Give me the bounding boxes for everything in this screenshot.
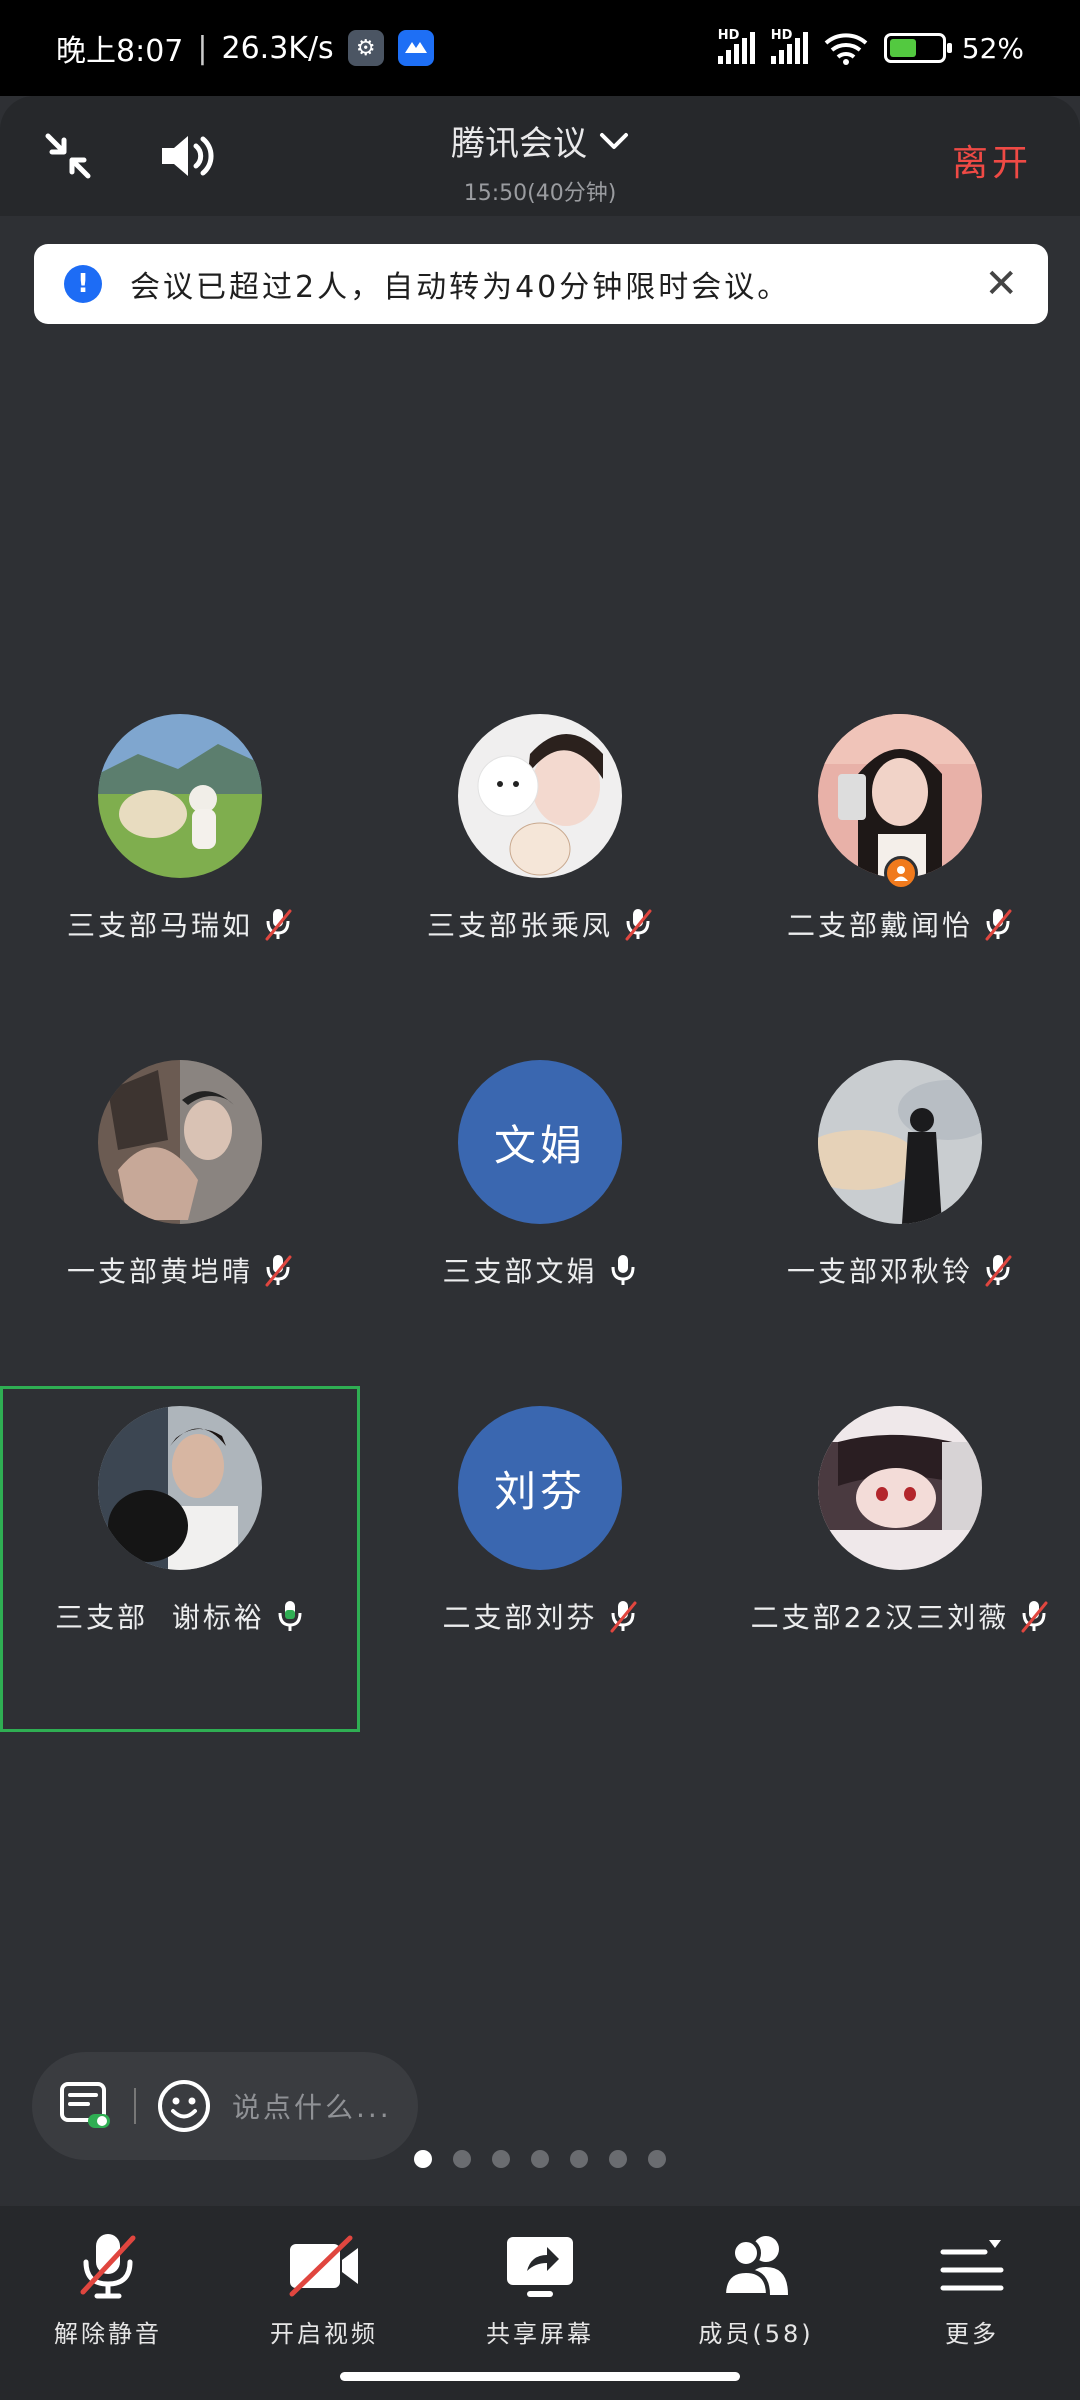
chat-input-bar[interactable]: 说点什么...: [32, 2052, 418, 2160]
participant-tile[interactable]: 文娟 三支部文娟: [360, 1040, 720, 1386]
mic-muted-icon: [608, 1599, 638, 1633]
avatar: [98, 714, 262, 878]
participant-grid: 三支部马瑞如 三支部张乘凤 二支部戴闻怡 一支部黄垲晴 文娟 三支部文娟 一支部…: [0, 0, 1080, 2400]
chat-list-icon[interactable]: [58, 2078, 114, 2134]
page-dot[interactable]: [570, 2150, 588, 2168]
avatar: [98, 1406, 262, 1570]
mic-off-icon: [68, 2230, 148, 2302]
avatar: [818, 1060, 982, 1224]
share-screen-icon: [500, 2230, 580, 2302]
leave-button[interactable]: 离开: [952, 134, 1032, 186]
avatar: [458, 714, 622, 878]
host-badge-icon: [884, 856, 918, 890]
more-label: 更多: [945, 2320, 999, 2348]
participant-tile[interactable]: 三支部张乘凤: [360, 694, 720, 1040]
start-video-label: 开启视频: [270, 2320, 378, 2348]
page-dot[interactable]: [414, 2150, 432, 2168]
unmute-button[interactable]: 解除静音: [8, 2230, 208, 2400]
chevron-down-icon: [600, 132, 628, 149]
divider: [134, 2088, 136, 2124]
participant-tile[interactable]: 二支部22汉三刘薇: [720, 1386, 1080, 1732]
time-limit-notice: ! 会议已超过2人，自动转为40分钟限时会议。 ✕: [34, 244, 1048, 324]
avatar: [98, 1060, 262, 1224]
settings-gear-icon: ⚙: [347, 30, 384, 66]
page-indicator: [0, 2150, 1080, 2168]
notice-text: 会议已超过2人，自动转为40分钟限时会议。: [130, 270, 791, 305]
cellular-signal-icon: HD: [717, 28, 755, 64]
close-icon[interactable]: ✕: [984, 261, 1018, 307]
avatar: [818, 1406, 982, 1570]
avatar: 文娟: [458, 1060, 622, 1224]
page-dot[interactable]: [453, 2150, 471, 2168]
mic-muted-icon: [1019, 1599, 1049, 1633]
participant-name: 二支部刘芬: [442, 1601, 598, 1634]
participant-name: 三支部张乘凤: [426, 909, 613, 942]
mic-muted-icon: [263, 1253, 293, 1287]
mic-muted-icon: [983, 1253, 1013, 1287]
participant-tile[interactable]: 一支部邓秋铃: [720, 1040, 1080, 1386]
page-dot[interactable]: [609, 2150, 627, 2168]
cellular-signal-2-icon: HD: [770, 28, 808, 64]
more-button[interactable]: 更多: [872, 2230, 1072, 2400]
page-dot[interactable]: [492, 2150, 510, 2168]
members-label: 成员(58): [698, 2320, 814, 2348]
meeting-title-text: 腾讯会议: [451, 124, 587, 164]
emoji-icon[interactable]: [156, 2078, 212, 2134]
participant-name: 三支部马瑞如: [66, 909, 253, 942]
participant-tile-active-speaker[interactable]: 三支部 谢标裕: [0, 1386, 360, 1732]
video-off-icon: [284, 2230, 364, 2302]
meeting-app-icon: [397, 30, 434, 66]
participant-tile[interactable]: 二支部戴闻怡: [720, 694, 1080, 1040]
mic-muted-icon: [623, 907, 653, 941]
unmute-label: 解除静音: [54, 2320, 162, 2348]
mic-muted-icon: [263, 907, 293, 941]
menu-icon: [932, 2230, 1012, 2302]
page-dot[interactable]: [648, 2150, 666, 2168]
wifi-icon: [824, 33, 868, 65]
participant-name: 一支部黄垲晴: [66, 1255, 253, 1288]
status-bar: 晚上8:07 | 26.3K/s ⚙ HD HD 52%: [0, 0, 1080, 96]
avatar: 刘芬: [458, 1406, 622, 1570]
avatar: [818, 714, 982, 878]
info-icon: !: [64, 265, 102, 303]
meeting-title[interactable]: 腾讯会议: [451, 116, 629, 165]
members-icon: [716, 2230, 796, 2302]
network-speed: 26.3K/s: [221, 30, 334, 66]
home-indicator[interactable]: [340, 2372, 740, 2381]
participant-tile[interactable]: 刘芬 二支部刘芬: [360, 1386, 720, 1732]
participant-name: 三支部文娟: [442, 1255, 598, 1288]
meeting-header: 腾讯会议 15:50(40分钟) 离开: [0, 96, 1080, 216]
page-dot[interactable]: [531, 2150, 549, 2168]
mic-speaking-icon: [275, 1599, 305, 1633]
participant-name: 三支部 谢标裕: [55, 1601, 265, 1634]
participant-name: 二支部戴闻怡: [786, 909, 973, 942]
participant-tile[interactable]: 一支部黄垲晴: [0, 1040, 360, 1386]
battery-icon: [883, 33, 952, 63]
mic-icon: [608, 1253, 638, 1287]
meeting-duration: 15:50(40分钟): [463, 181, 617, 206]
mic-muted-icon: [983, 907, 1013, 941]
participant-tile[interactable]: 三支部马瑞如: [0, 694, 360, 1040]
status-separator: |: [197, 30, 208, 66]
status-time: 晚上8:07: [56, 34, 184, 69]
chat-placeholder[interactable]: 说点什么...: [232, 2086, 392, 2126]
battery-percent: 52%: [961, 31, 1024, 65]
share-screen-label: 共享屏幕: [486, 2320, 594, 2348]
participant-name: 二支部22汉三刘薇: [750, 1601, 1010, 1634]
bottom-toolbar: 解除静音 开启视频 共享屏幕 成员(58) 更多: [0, 2206, 1080, 2400]
participant-name: 一支部邓秋铃: [786, 1255, 973, 1288]
